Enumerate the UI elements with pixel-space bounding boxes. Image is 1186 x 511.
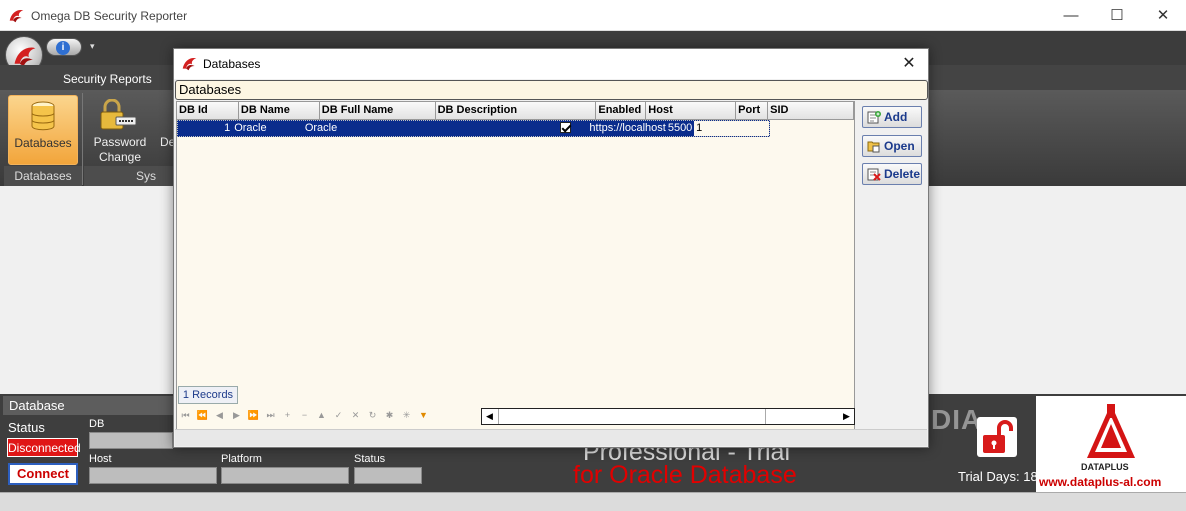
- db-status-field: [354, 467, 422, 484]
- ribbon-group-separator: [82, 93, 83, 185]
- cell-port: 5500: [667, 122, 693, 134]
- prev-page-icon[interactable]: ⏪: [195, 408, 210, 422]
- dialog-logo-icon: [182, 57, 197, 71]
- dialog-close-button[interactable]: ✕: [894, 49, 924, 79]
- enabled-checkbox[interactable]: [560, 122, 571, 133]
- unlocked-padlock-icon: [983, 420, 1013, 453]
- scrollbar-thumb[interactable]: [498, 409, 766, 424]
- maximize-button[interactable]: ☐: [1094, 0, 1140, 31]
- next-page-icon[interactable]: ⏩: [246, 408, 261, 422]
- db-status-field-label: Status: [354, 453, 386, 465]
- dataplus-wordmark: DATAPLUS: [1081, 462, 1129, 472]
- info-button[interactable]: i: [46, 38, 82, 56]
- column-header-port[interactable]: Port: [736, 102, 769, 120]
- refresh-icon[interactable]: ↻: [365, 408, 380, 422]
- database-panel-header: Database: [3, 396, 173, 415]
- minimize-button[interactable]: —: [1048, 0, 1094, 31]
- first-page-icon[interactable]: ⏮: [178, 408, 193, 422]
- trial-days-counter: Trial Days: 18: [958, 469, 1038, 484]
- scroll-right-icon[interactable]: ▶: [839, 409, 854, 424]
- open-button-label: Open: [884, 139, 915, 153]
- cell-db-name: Oracle: [234, 122, 267, 134]
- password-lock-icon: [100, 99, 137, 130]
- info-icon: i: [56, 41, 70, 55]
- password-change-ribbon-button[interactable]: Password Change: [86, 95, 154, 167]
- record-count: 1 Records: [178, 386, 238, 404]
- product-banner: for Oracle Database: [573, 461, 797, 489]
- databases-ribbon-label: Databases: [14, 136, 72, 150]
- host-field: [89, 467, 217, 484]
- database-icon: [31, 101, 55, 131]
- column-header-db-full-name[interactable]: DB Full Name: [319, 102, 436, 120]
- cell-db-full-name: Oracle: [304, 122, 338, 134]
- close-button[interactable]: ✕: [1140, 0, 1186, 31]
- open-database-button[interactable]: Open: [862, 135, 922, 157]
- open-folder-icon: [867, 141, 880, 153]
- tab-security-reports[interactable]: Security Reports: [63, 72, 152, 86]
- databases-grid[interactable]: DB Id DB Name DB Full Name DB Descriptio…: [176, 101, 855, 431]
- cell-enabled[interactable]: [544, 121, 588, 136]
- databases-panel-header: Databases: [175, 80, 928, 100]
- scroll-left-icon[interactable]: ◀: [482, 409, 497, 424]
- system-group-label: Sys: [84, 166, 173, 186]
- db-field-label: DB: [89, 418, 105, 430]
- databases-group-label: Databases: [4, 166, 82, 186]
- title-bar: Omega DB Security Reporter — ☐ ✕: [0, 0, 1186, 31]
- column-header-db-name[interactable]: DB Name: [238, 102, 320, 120]
- app-logo-icon: [9, 9, 24, 23]
- unlock-button[interactable]: [977, 417, 1017, 457]
- connection-status-badge: Disconnected: [7, 438, 81, 457]
- platform-field-label: Platform: [221, 453, 262, 465]
- dataplus-logo-icon: [1087, 404, 1135, 458]
- delete-icon: [867, 168, 881, 181]
- bookmark-icon[interactable]: ✱: [382, 408, 397, 422]
- grid-header-row: DB Id DB Name DB Full Name DB Descriptio…: [177, 102, 854, 120]
- cell-sid: 1: [694, 121, 770, 136]
- cell-db-description: [404, 121, 544, 136]
- column-header-sid[interactable]: SID: [768, 102, 854, 120]
- window-title: Omega DB Security Reporter: [31, 9, 188, 23]
- quick-access-dropdown-icon[interactable]: ▾: [90, 41, 95, 52]
- column-header-db-description[interactable]: DB Description: [435, 102, 597, 120]
- dataplus-website-link[interactable]: www.dataplus-al.com: [1039, 475, 1161, 489]
- databases-ribbon-button[interactable]: Databases: [8, 95, 78, 165]
- cell-host: https://localhost:5: [589, 122, 666, 134]
- add-database-button[interactable]: Add: [862, 106, 922, 128]
- insert-icon[interactable]: +: [280, 408, 295, 422]
- column-header-db-id[interactable]: DB Id: [177, 102, 239, 120]
- grid-navigator: ⏮ ⏪ ◀ ▶ ⏩ ⏭ + − ▲ ✓ ✕ ↻ ✱ ✳ ▼: [178, 408, 431, 424]
- password-change-label: Password Change: [93, 135, 147, 164]
- delete-record-icon[interactable]: −: [297, 408, 312, 422]
- host-field-label: Host: [89, 453, 112, 465]
- post-icon[interactable]: ✓: [331, 408, 346, 422]
- column-header-host[interactable]: Host: [646, 102, 737, 120]
- cancel-edit-icon[interactable]: ✕: [348, 408, 363, 422]
- cell-db-id: 1: [224, 122, 231, 134]
- last-page-icon[interactable]: ⏭: [263, 408, 278, 422]
- platform-field: [221, 467, 349, 484]
- status-label: Status: [8, 420, 45, 435]
- edit-icon[interactable]: ▲: [314, 408, 329, 422]
- add-icon: [867, 111, 881, 124]
- table-row[interactable]: 1 Oracle Oracle https://localhost:5 5500…: [177, 120, 770, 137]
- dialog-title: Databases: [203, 57, 261, 71]
- goto-bookmark-icon[interactable]: ✳: [399, 408, 414, 422]
- db-field: [89, 432, 173, 449]
- prev-record-icon[interactable]: ◀: [212, 408, 227, 422]
- connect-button[interactable]: Connect: [8, 463, 78, 485]
- delete-button-label: Delete: [884, 167, 921, 181]
- delete-database-button[interactable]: Delete: [862, 163, 922, 185]
- dialog-status-strip: [175, 429, 927, 446]
- filter-icon[interactable]: ▼: [416, 408, 431, 422]
- status-bar: [0, 492, 1186, 511]
- next-record-icon[interactable]: ▶: [229, 408, 244, 422]
- add-button-label: Add: [884, 110, 908, 124]
- column-header-enabled[interactable]: Enabled: [596, 102, 647, 120]
- databases-dialog: Databases ✕ Databases DB Id DB Name DB F…: [173, 48, 929, 448]
- horizontal-scrollbar[interactable]: ◀ ▶: [481, 408, 855, 425]
- dialog-title-bar: Databases ✕: [174, 49, 928, 79]
